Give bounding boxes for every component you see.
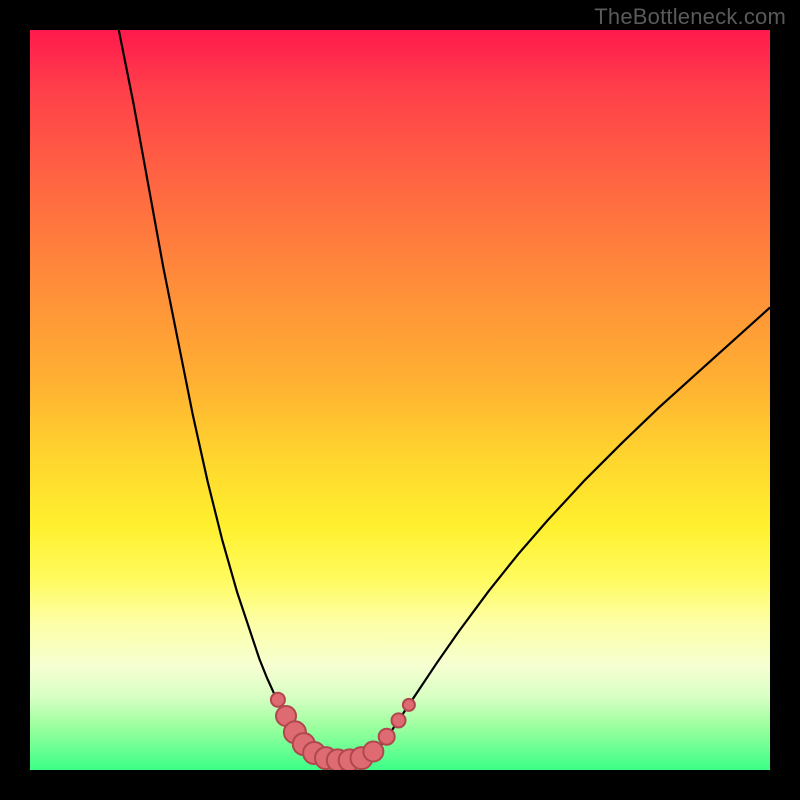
marker-dot xyxy=(379,729,395,745)
marker-group xyxy=(271,693,415,770)
chart-container: TheBottleneck.com xyxy=(0,0,800,800)
marker-dot xyxy=(363,742,383,762)
watermark-text: TheBottleneck.com xyxy=(594,4,786,30)
curve-layer xyxy=(30,30,770,770)
marker-dot xyxy=(403,699,415,711)
curve-right xyxy=(370,308,770,757)
curve-left xyxy=(119,30,311,758)
marker-dot xyxy=(271,693,285,707)
plot-area xyxy=(30,30,770,770)
marker-dot xyxy=(392,713,406,727)
